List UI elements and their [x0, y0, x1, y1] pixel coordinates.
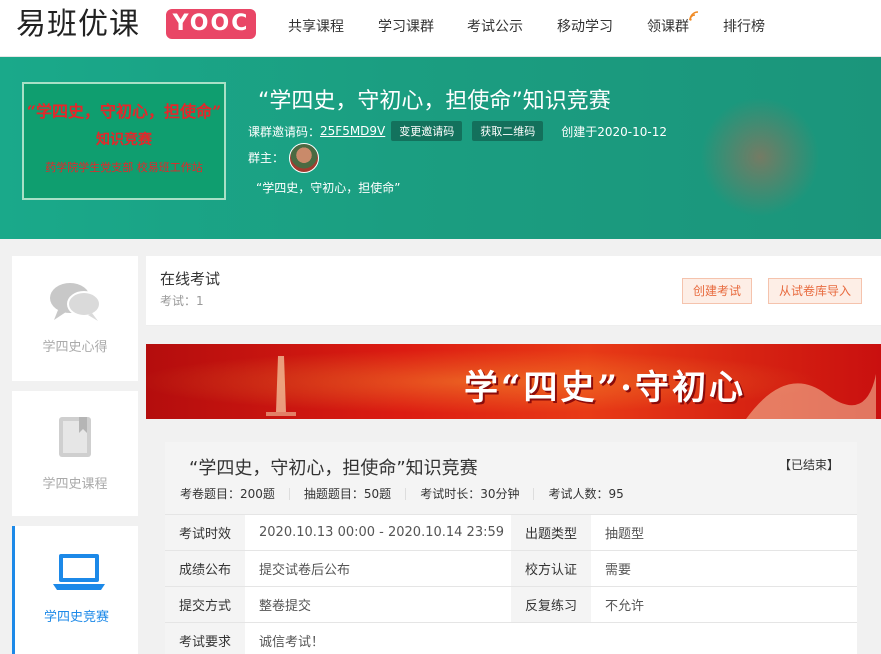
detail-empty [511, 622, 857, 654]
signal-icon [689, 11, 699, 21]
group-meta: 课群邀请码： 25F5MD9V 变更邀请码 获取二维码 创建于2020-10-1… [248, 121, 667, 141]
banner-slogan: 学“四史”·守初心 [464, 368, 746, 408]
sidebar-item-courses[interactable]: 学四史课程 [12, 391, 138, 516]
nav-leaderboard[interactable]: 排行榜 [723, 17, 765, 37]
detail-key: 出题类型 [511, 514, 591, 551]
stat-divider [405, 488, 407, 500]
sidebar-item-competition[interactable]: 学四史竞赛 [12, 526, 138, 654]
import-from-bank-button[interactable]: 从试卷库导入 [768, 278, 863, 304]
create-exam-button[interactable]: 创建考试 [682, 278, 753, 304]
detail-value: 不允许 [591, 586, 857, 623]
nav-claim-group-label: 领课群 [647, 19, 689, 35]
stat-divider [288, 488, 290, 500]
created-date: 创建于2020-10-12 [561, 124, 668, 139]
invite-code-label: 课群邀请码： [248, 124, 321, 139]
invite-code[interactable]: 25F5MD9V [320, 124, 385, 138]
detail-key: 成绩公布 [165, 550, 245, 587]
stat-duration: 考试时长：30分钟 [420, 487, 520, 501]
section-title: 在线考试 [160, 270, 221, 288]
group-description: “学四史，守初心，担使命” [256, 181, 401, 195]
monument-icon [266, 356, 296, 416]
chat-bubbles-icon [50, 283, 101, 321]
table-row: 考试要求 诚信考试！ [165, 622, 857, 654]
group-hero: “学四史，守初心，担使命” 知识竞赛 药学院学生党支部 校易班工作站 “学四史，… [0, 57, 881, 239]
table-row: 考试时效 2020.10.13 00:00 - 2020.10.14 23:59… [165, 514, 857, 551]
detail-value: 诚信考试！ [245, 622, 511, 654]
laptop-icon [53, 554, 105, 590]
get-qrcode-button[interactable]: 获取二维码 [472, 121, 544, 141]
stat-divider [533, 488, 535, 500]
detail-key: 反复练习 [511, 586, 591, 623]
logo-badge[interactable]: YOOC [166, 9, 256, 39]
sidebar-item-label: 学四史竞赛 [43, 610, 109, 625]
detail-key: 校方认证 [511, 550, 591, 587]
cover-subtitle: 知识竞赛 [96, 132, 152, 148]
nav-exam-notices[interactable]: 考试公示 [467, 17, 523, 37]
detail-value: 2020.10.13 00:00 - 2020.10.14 23:59 [245, 514, 511, 551]
top-nav: 易班优课 YOOC 共享课程 学习课群 考试公示 移动学习 领课群 排行榜 [0, 0, 881, 57]
detail-key: 考试要求 [165, 622, 245, 654]
exam-card[interactable]: “学四史，守初心，担使命”知识竞赛 【已结束】 考卷题目：200题 抽题题目：5… [165, 442, 857, 654]
exam-stats: 考卷题目：200题 抽题题目：50题 考试时长：30分钟 考试人数：95 [180, 486, 624, 502]
exam-status-badge: 【已结束】 [778, 458, 839, 472]
detail-value: 整卷提交 [245, 586, 511, 623]
nav-shared-courses[interactable]: 共享课程 [288, 17, 344, 37]
nav-study-groups[interactable]: 学习课群 [378, 17, 434, 37]
detail-key: 考试时效 [165, 514, 245, 551]
group-cover-image: “学四史，守初心，担使命” 知识竞赛 药学院学生党支部 校易班工作站 [22, 82, 226, 200]
hero-decoration [700, 97, 820, 217]
book-icon [59, 417, 91, 457]
detail-value: 提交试卷后公布 [245, 550, 511, 587]
logo-text[interactable]: 易班优课 [16, 7, 140, 43]
owner-label: 群主： [248, 151, 285, 165]
table-row: 提交方式 整卷提交 反复练习 不允许 [165, 586, 857, 623]
detail-key: 提交方式 [165, 586, 245, 623]
nav-mobile-learning[interactable]: 移动学习 [557, 17, 613, 37]
group-title: “学四史，守初心，担使命”知识竞赛 [258, 89, 611, 114]
owner-avatar[interactable] [289, 143, 319, 173]
nav-claim-group[interactable]: 领课群 [647, 11, 699, 37]
exam-banner: 学“四史”·守初心 [146, 344, 881, 419]
exam-title[interactable]: “学四史，守初心，担使命”知识竞赛 [189, 454, 478, 480]
table-row: 成绩公布 提交试卷后公布 校方认证 需要 [165, 550, 857, 587]
ribbon-icon [746, 374, 876, 419]
exam-details-table: 考试时效 2020.10.13 00:00 - 2020.10.14 23:59… [165, 514, 857, 654]
stat-participants: 考试人数：95 [548, 487, 624, 501]
exam-count: 考试：1 [160, 294, 204, 308]
sidebar-item-label: 学四史课程 [42, 477, 108, 492]
exam-section-header: 在线考试 考试：1 创建考试 从试卷库导入 [146, 256, 881, 326]
sidebar-item-thoughts[interactable]: 学四史心得 [12, 256, 138, 381]
stat-drawn-questions: 抽题题目：50题 [303, 487, 392, 501]
change-invite-code-button[interactable]: 变更邀请码 [391, 121, 463, 141]
detail-value: 需要 [591, 550, 857, 587]
stat-total-questions: 考卷题目：200题 [180, 487, 275, 501]
detail-value: 抽题型 [591, 514, 857, 551]
sidebar-item-label: 学四史心得 [42, 340, 108, 355]
cover-title: “学四史，守初心，担使命” [26, 102, 222, 121]
cover-organizer: 药学院学生党支部 校易班工作站 [45, 161, 203, 174]
